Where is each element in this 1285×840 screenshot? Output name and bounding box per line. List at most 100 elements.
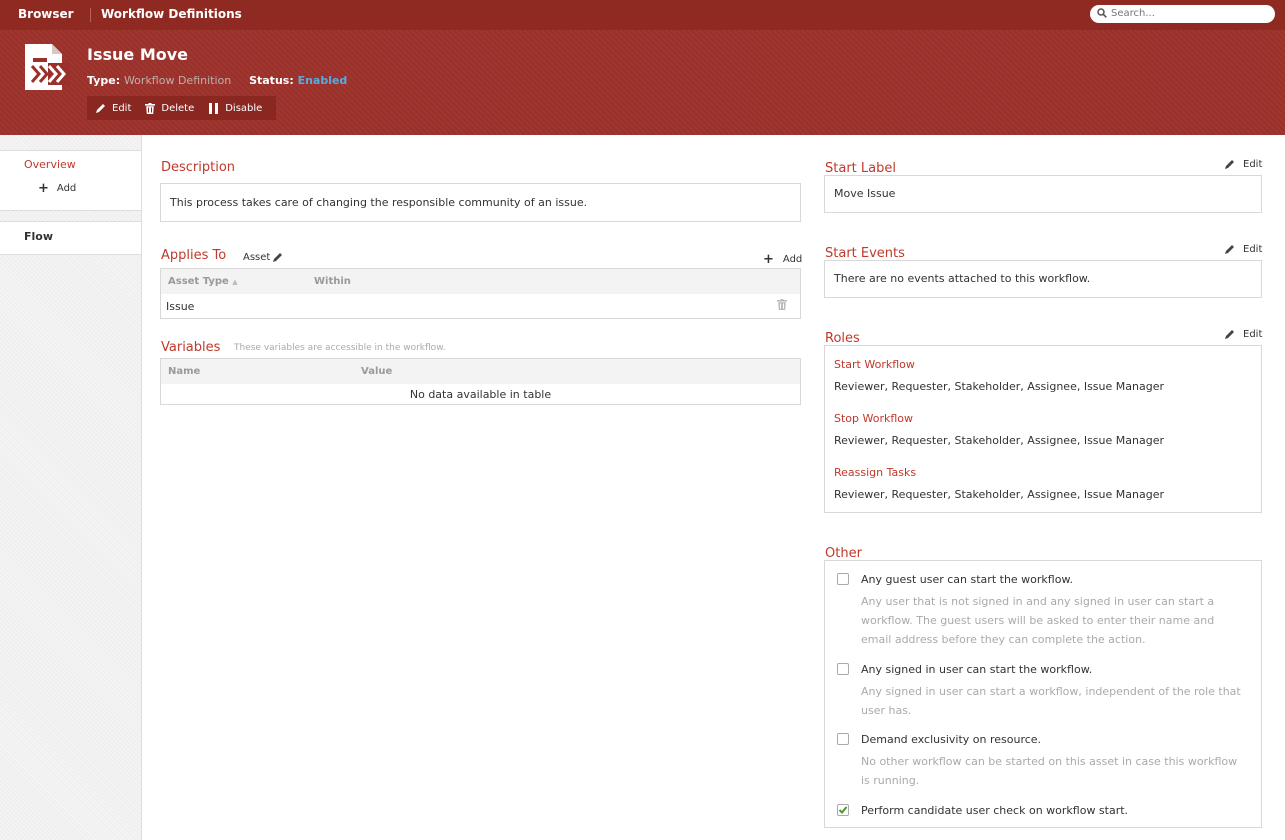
option-demand-exclusivity: Demand exclusivity on resource. No other… [837, 733, 1247, 787]
sidebar-flow-group [0, 221, 141, 255]
sidebar-item-overview[interactable]: Overview [24, 158, 76, 171]
applies-to-title: Applies To [161, 248, 227, 263]
sidebar-add-button[interactable]: + Add [38, 181, 76, 196]
other-title: Other [825, 546, 862, 561]
search-input[interactable] [1111, 6, 1266, 21]
plus-icon: + [38, 181, 49, 196]
applies-to-add-button[interactable]: + Add [763, 252, 802, 267]
workflow-document-icon [25, 44, 70, 90]
candidate-check-label[interactable]: Perform candidate user check on workflow… [861, 804, 1128, 817]
top-bar: Browser Workflow Definitions [0, 0, 1285, 30]
disable-button-label: Disable [225, 102, 263, 114]
start-events-edit-button[interactable]: Edit [1224, 244, 1262, 255]
role-stop-workflow-list: Reviewer, Requester, Stakeholder, Assign… [834, 434, 1164, 447]
cell-asset-type: Issue [166, 299, 195, 313]
guest-start-label[interactable]: Any guest user can start the workflow. [861, 573, 1073, 586]
role-reassign-tasks-list: Reviewer, Requester, Stakeholder, Assign… [834, 488, 1164, 501]
start-events-title: Start Events [825, 246, 905, 261]
delete-button-label: Delete [161, 102, 195, 114]
sort-icon: ▲ [232, 278, 238, 286]
delete-button[interactable]: Delete [145, 102, 195, 114]
column-within[interactable]: Within [307, 269, 770, 294]
role-start-workflow-list: Reviewer, Requester, Stakeholder, Assign… [834, 380, 1164, 393]
role-start-workflow: Start Workflow [834, 358, 915, 371]
disable-button[interactable]: Disable [208, 102, 263, 114]
start-events-value: There are no events attached to this wor… [834, 272, 1091, 285]
asset-selector[interactable]: Asset [243, 252, 283, 263]
other-box: Any guest user can start the workflow. A… [824, 560, 1262, 828]
empty-table-message: No data available in table [409, 388, 552, 401]
signed-in-start-description: Any signed in user can start a workflow,… [861, 685, 1241, 717]
signed-in-start-label[interactable]: Any signed in user can start the workflo… [861, 663, 1092, 676]
variables-title: Variables [161, 340, 221, 355]
header-actions: Edit Delete Disable [87, 96, 277, 120]
signed-in-start-checkbox[interactable] [837, 663, 849, 675]
variables-hint: These variables are accessible in the wo… [234, 343, 446, 353]
status-value: Enabled [297, 74, 348, 87]
table-header-row: Asset Type ▲ Within [161, 269, 800, 294]
edit-button[interactable]: Edit [95, 103, 131, 114]
type-label: Type: [87, 74, 121, 87]
pencil-icon [273, 253, 283, 262]
trash-icon [145, 102, 156, 114]
start-label-title: Start Label [825, 161, 896, 176]
description-box: This process takes care of changing the … [160, 183, 801, 222]
pencil-icon [1225, 330, 1234, 339]
guest-start-description: Any user that is not signed in and any s… [861, 595, 1215, 646]
status-label: Status: [249, 74, 294, 87]
option-candidate-check: Perform candidate user check on workflow… [837, 804, 1247, 820]
checkmark-icon [838, 806, 848, 814]
topbar-divider [90, 8, 91, 22]
demand-exclusivity-label[interactable]: Demand exclusivity on resource. [861, 733, 1041, 746]
role-stop-workflow: Stop Workflow [834, 412, 914, 425]
type-value[interactable]: Workflow Definition [124, 74, 231, 87]
pencil-icon [1225, 245, 1234, 254]
sidebar-item-flow[interactable]: Flow [24, 230, 53, 243]
option-guest-start: Any guest user can start the workflow. A… [837, 573, 1247, 646]
search-box[interactable] [1090, 5, 1275, 23]
roles-edit-label: Edit [1243, 329, 1263, 340]
roles-title: Roles [825, 331, 860, 346]
sidebar: Overview + Add Flow [0, 135, 142, 840]
column-value[interactable]: Value [354, 359, 800, 384]
edit-button-label: Edit [112, 102, 132, 114]
row-delete-button[interactable] [770, 294, 800, 318]
sidebar-add-label: Add [56, 183, 77, 194]
column-actions [770, 269, 800, 294]
guest-start-checkbox[interactable] [837, 573, 849, 585]
column-asset-type[interactable]: Asset Type ▲ [161, 269, 307, 294]
start-label-edit-label: Edit [1243, 159, 1263, 170]
description-title: Description [161, 160, 236, 175]
breadcrumb-workflow-definitions[interactable]: Workflow Definitions [101, 7, 242, 21]
search-icon [1097, 8, 1107, 18]
applies-to-add-label: Add [782, 254, 803, 265]
roles-edit-button[interactable]: Edit [1224, 329, 1262, 340]
variables-table: Name Value No data available in table [160, 358, 801, 405]
column-name[interactable]: Name [161, 359, 354, 384]
option-signed-in-start: Any signed in user can start the workflo… [837, 663, 1247, 717]
table-row: No data available in table [161, 384, 800, 405]
pencil-icon [96, 103, 105, 113]
start-label-value: Move Issue [834, 187, 896, 200]
plus-icon: + [763, 252, 774, 267]
pencil-icon [1225, 160, 1234, 169]
pause-icon [209, 102, 219, 114]
header-meta: Type: Workflow Definition Status: Enable… [87, 74, 347, 87]
start-events-edit-label: Edit [1243, 244, 1263, 255]
description-text: This process takes care of changing the … [170, 196, 588, 209]
demand-exclusivity-description: No other workflow can be started on this… [861, 755, 1238, 787]
demand-exclusivity-checkbox[interactable] [837, 733, 849, 745]
role-reassign-tasks: Reassign Tasks [834, 466, 917, 479]
cell-within [307, 294, 770, 318]
page-header: Issue Move Type: Workflow Definition Sta… [0, 30, 1285, 135]
page-title: Issue Move [87, 45, 189, 64]
start-events-box: There are no events attached to this wor… [824, 260, 1262, 298]
start-label-box: Move Issue [824, 175, 1262, 213]
applies-to-table: Asset Type ▲ Within Issue [160, 268, 801, 319]
table-row: Issue [161, 294, 800, 318]
candidate-check-checkbox[interactable] [837, 804, 849, 816]
table-header-row: Name Value [161, 359, 800, 384]
start-label-edit-button[interactable]: Edit [1224, 159, 1262, 170]
roles-box: Start Workflow Reviewer, Requester, Stak… [824, 345, 1262, 513]
browser-link[interactable]: Browser [18, 7, 74, 21]
